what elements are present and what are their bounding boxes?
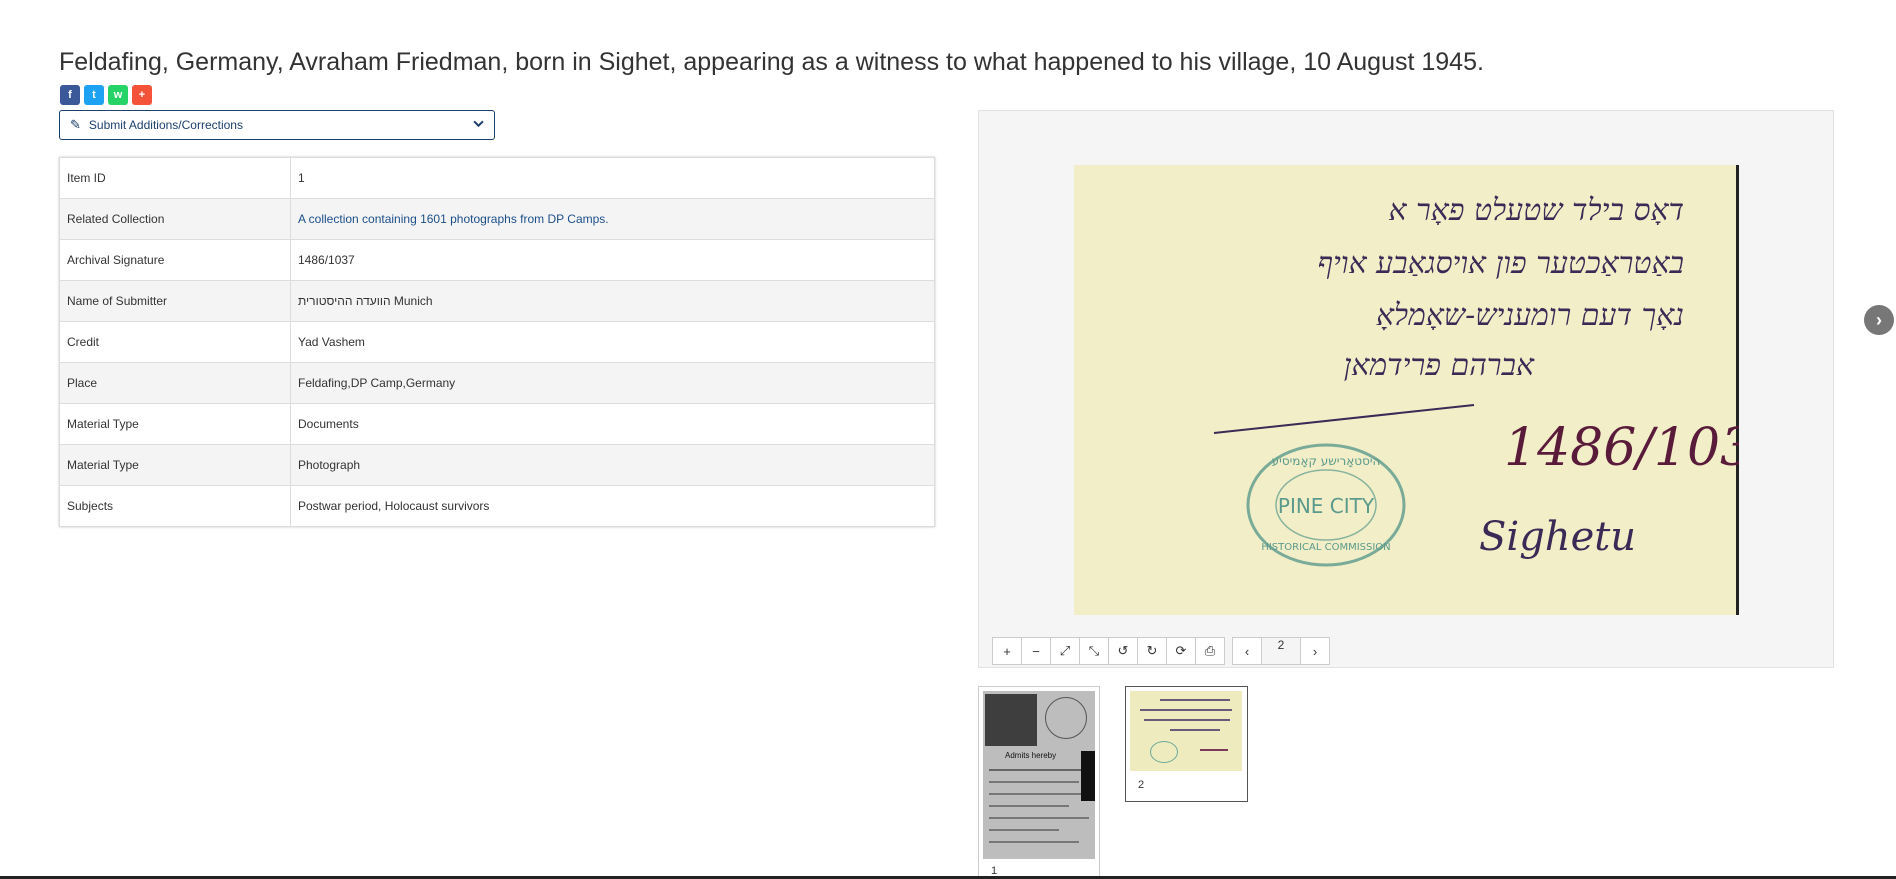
metadata-key: Item ID [59, 157, 291, 199]
stamp-bottom-text: HISTORICAL COMMISSION [1261, 542, 1390, 553]
handwritten-number: 1486/1037 [1504, 418, 1739, 478]
submit-corrections-dropdown[interactable]: ✎ Submit Additions/Corrections [59, 110, 495, 140]
related-collection-link[interactable]: A collection containing 1601 photographs… [298, 212, 609, 226]
metadata-value: Photograph [290, 444, 935, 486]
metadata-key: Place [59, 362, 291, 404]
thumbnail-image: Admits hereby [983, 691, 1095, 859]
stamp-mid-text: PINE CITY [1278, 494, 1375, 518]
next-record-arrow-icon[interactable]: › [1864, 305, 1894, 335]
table-row: Item ID 1 [59, 157, 935, 199]
metadata-key: Material Type [59, 403, 291, 445]
zoom-in-button[interactable]: + [992, 637, 1022, 665]
image-viewer: דאָס בילד שטעלט פאָר א באַטראַכטער פון א… [978, 110, 1834, 668]
photo-stamp [1045, 697, 1087, 739]
previous-page-button[interactable]: ‹ [1232, 637, 1262, 665]
metadata-key: Name of Submitter [59, 280, 291, 322]
facebook-icon[interactable]: f [60, 85, 80, 105]
stamp-top-text: היסטאָרישע קאָמיסיע [1272, 454, 1381, 468]
metadata-key: Credit [59, 321, 291, 363]
metadata-value: Documents [290, 403, 935, 445]
table-row: Name of Submitter הוועדה ההיסטורית Munic… [59, 280, 935, 322]
metadata-key: Archival Signature [59, 239, 291, 281]
expand-icon[interactable]: ⤢ [1050, 637, 1080, 665]
table-row: Related Collection A collection containi… [59, 198, 935, 240]
zoom-out-button[interactable]: − [1021, 637, 1051, 665]
whatsapp-icon[interactable]: w [108, 85, 128, 105]
metadata-key: Material Type [59, 444, 291, 486]
share-more-icon[interactable]: + [132, 85, 152, 105]
thumbnail-caption: Admits hereby [1005, 751, 1057, 760]
thumbnail-image [1130, 691, 1242, 771]
print-icon[interactable]: ⎙ [1195, 637, 1225, 665]
metadata-value: 1486/1037 [290, 239, 935, 281]
table-row: Material Type Photograph [59, 444, 935, 486]
page-title: Feldafing, Germany, Avraham Friedman, bo… [59, 48, 1484, 76]
twitter-icon[interactable]: t [84, 85, 104, 105]
handwriting-line-4: אברהם פרידמאן [1344, 348, 1535, 383]
pencil-icon: ✎ [70, 117, 81, 132]
handwriting-line-3: נאָך דעם רומעניש-שאָמלאָ [1376, 298, 1684, 333]
metadata-value: Postwar period, Holocaust survivors [290, 485, 935, 527]
thumbnail-label: 2 [1138, 779, 1145, 791]
table-row: Subjects Postwar period, Holocaust survi… [59, 485, 935, 527]
handwritten-place: Sighetu [1479, 514, 1636, 560]
metadata-value: הוועדה ההיסטורית Munich [290, 280, 935, 322]
thumbnail-2[interactable]: 2 [1125, 686, 1248, 802]
table-row: Material Type Documents [59, 403, 935, 445]
metadata-value: 1 [290, 157, 935, 199]
portrait-photo [985, 694, 1037, 746]
metadata-key: Subjects [59, 485, 291, 527]
collapse-icon[interactable]: ⤡ [1079, 637, 1109, 665]
table-row: Credit Yad Vashem [59, 321, 935, 363]
share-buttons: f t w + [60, 85, 152, 105]
metadata-value: Yad Vashem [290, 321, 935, 363]
viewer-toolbar: + − ⤢ ⤡ ↺ ↻ ⟳ ⎙ ‹ 2 › [992, 637, 1330, 665]
rotate-right-icon[interactable]: ↻ [1137, 637, 1167, 665]
metadata-table: Item ID 1 Related Collection A collectio… [59, 157, 935, 527]
submit-corrections-label: Submit Additions/Corrections [88, 118, 243, 132]
handwriting-line-1: דאָס בילד שטעלט פאָר א [1389, 193, 1685, 228]
chevron-down-icon [473, 118, 484, 132]
document-image[interactable]: דאָס בילד שטעלט פאָר א באַטראַכטער פון א… [1074, 165, 1739, 615]
next-page-button[interactable]: › [1300, 637, 1330, 665]
thumbnail-1[interactable]: Admits hereby 1 [978, 686, 1100, 879]
reset-icon[interactable]: ⟳ [1166, 637, 1196, 665]
metadata-key: Related Collection [59, 198, 291, 240]
rotate-left-icon[interactable]: ↺ [1108, 637, 1138, 665]
handwriting-line-2: באַטראַכטער פון אויסגאַבע אויף [1317, 246, 1684, 281]
table-row: Place Feldafing,DP Camp,Germany [59, 362, 935, 404]
table-row: Archival Signature 1486/1037 [59, 239, 935, 281]
stamp: היסטאָרישע קאָמיסיע PINE CITY HISTORICAL… [1246, 443, 1406, 567]
page-number-input[interactable]: 2 [1261, 637, 1301, 665]
metadata-value: Feldafing,DP Camp,Germany [290, 362, 935, 404]
